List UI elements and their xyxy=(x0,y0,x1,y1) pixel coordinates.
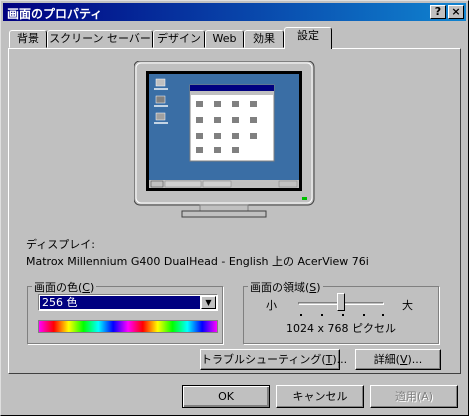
close-button[interactable]: × xyxy=(448,5,464,19)
advanced-button[interactable]: 詳細(V)... xyxy=(355,349,441,370)
tab-web[interactable]: Web xyxy=(205,30,244,48)
resolution-group-label: 画面の領域(S) xyxy=(248,279,323,295)
tab-effects[interactable]: 効果 xyxy=(244,30,284,48)
power-led xyxy=(302,197,307,200)
my-computer-icon xyxy=(155,78,166,87)
display-properties-dialog: 画面のプロパティ ? × 背景 スクリーン セーバー デザイン Web 効果 設… xyxy=(0,0,469,416)
resolution-less-label: 小 xyxy=(266,299,277,312)
tab-screensaver[interactable]: スクリーン セーバー xyxy=(47,30,153,48)
preview-window-titlebar xyxy=(190,85,274,91)
preview-start-button xyxy=(150,180,164,188)
tab-background[interactable]: 背景 xyxy=(9,30,47,48)
chevron-down-icon[interactable]: ▼ xyxy=(201,296,216,309)
help-button[interactable]: ? xyxy=(430,5,446,19)
monitor-preview xyxy=(134,61,315,218)
resolution-group: 画面の領域(S) 小 大 1024 x 768 ピクセル xyxy=(243,279,439,344)
resolution-slider-thumb[interactable] xyxy=(337,293,345,311)
recycle-bin-icon xyxy=(155,112,166,121)
colors-select[interactable]: 256 色 ▼ xyxy=(38,294,218,311)
tab-appearance[interactable]: デザイン xyxy=(153,30,205,48)
resolution-more-label: 大 xyxy=(402,299,413,312)
ok-button[interactable]: OK xyxy=(182,385,270,408)
colors-selected-value: 256 色 xyxy=(40,296,200,309)
display-value: Matrox Millennium G400 DualHead - Englis… xyxy=(26,255,369,268)
color-spectrum-bar xyxy=(38,320,218,333)
settings-panel: ディスプレイ: Matrox Millennium G400 DualHead … xyxy=(8,48,461,374)
window-title: 画面のプロパティ xyxy=(7,7,103,21)
apply-button[interactable]: 適用(A) xyxy=(370,385,458,408)
display-label: ディスプレイ: xyxy=(26,238,95,251)
resolution-value-text: 1024 x 768 ピクセル xyxy=(286,322,396,335)
monitor-stand xyxy=(181,210,267,218)
tab-settings[interactable]: 設定 xyxy=(284,27,332,49)
monitor-neck xyxy=(199,204,249,212)
colors-group: 画面の色(C) 256 色 ▼ xyxy=(27,279,223,344)
network-icon xyxy=(155,95,166,104)
troubleshoot-button[interactable]: トラブルシューティング(T)... xyxy=(200,349,347,370)
cancel-button[interactable]: キャンセル xyxy=(276,385,364,408)
colors-group-label: 画面の色(C) xyxy=(32,279,97,295)
title-bar[interactable]: 画面のプロパティ ? × xyxy=(3,3,466,21)
